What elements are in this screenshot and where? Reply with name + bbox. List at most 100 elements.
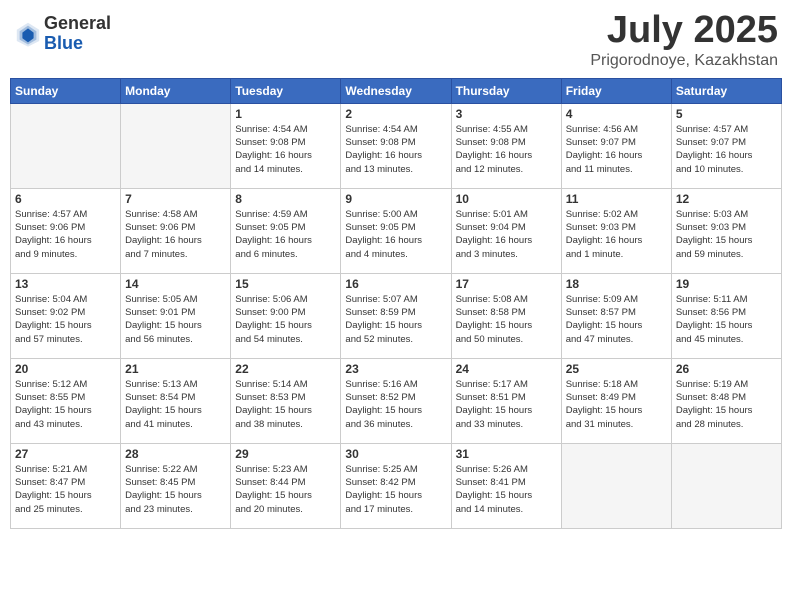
calendar-cell: 6 Sunrise: 4:57 AM Sunset: 9:06 PM Daylig…	[11, 188, 121, 273]
day-number: 10	[456, 192, 557, 206]
weekday-header-monday: Monday	[121, 78, 231, 103]
day-info: Sunrise: 5:07 AM Sunset: 8:59 PM Dayligh…	[345, 293, 446, 346]
day-info: Sunrise: 5:22 AM Sunset: 8:45 PM Dayligh…	[125, 463, 226, 516]
day-number: 24	[456, 362, 557, 376]
calendar-cell: 28 Sunrise: 5:22 AM Sunset: 8:45 PM Dayli…	[121, 443, 231, 528]
calendar-cell	[561, 443, 671, 528]
calendar-cell: 31 Sunrise: 5:26 AM Sunset: 8:41 PM Dayli…	[451, 443, 561, 528]
weekday-header-row: SundayMondayTuesdayWednesdayThursdayFrid…	[11, 78, 782, 103]
day-number: 18	[566, 277, 667, 291]
weekday-header-tuesday: Tuesday	[231, 78, 341, 103]
day-info: Sunrise: 4:56 AM Sunset: 9:07 PM Dayligh…	[566, 123, 667, 176]
calendar-cell: 9Sunrise: 5:00 AM Sunset: 9:05 PM Daylig…	[341, 188, 451, 273]
day-number: 27	[15, 447, 116, 461]
calendar-cell: 29Sunrise: 5:23 AM Sunset: 8:44 PM Dayli…	[231, 443, 341, 528]
weekday-header-thursday: Thursday	[451, 78, 561, 103]
calendar-cell: 22Sunrise: 5:14 AM Sunset: 8:53 PM Dayli…	[231, 358, 341, 443]
calendar-cell: 23 Sunrise: 5:16 AM Sunset: 8:52 PM Dayli…	[341, 358, 451, 443]
day-info: Sunrise: 5:04 AM Sunset: 9:02 PM Dayligh…	[15, 293, 116, 346]
day-info: Sunrise: 4:54 AM Sunset: 9:08 PM Dayligh…	[235, 123, 336, 176]
day-info: Sunrise: 5:18 AM Sunset: 8:49 PM Dayligh…	[566, 378, 667, 431]
week-row-3: 13 Sunrise: 5:04 AM Sunset: 9:02 PM Dayli…	[11, 273, 782, 358]
day-info: Sunrise: 4:57 AM Sunset: 9:07 PM Dayligh…	[676, 123, 777, 176]
weekday-header-wednesday: Wednesday	[341, 78, 451, 103]
calendar-cell: 24Sunrise: 5:17 AM Sunset: 8:51 PM Dayli…	[451, 358, 561, 443]
calendar-cell: 20 Sunrise: 5:12 AM Sunset: 8:55 PM Dayli…	[11, 358, 121, 443]
logo-text: General Blue	[44, 14, 111, 54]
day-number: 21	[125, 362, 226, 376]
day-number: 3	[456, 107, 557, 121]
day-info: Sunrise: 5:13 AM Sunset: 8:54 PM Dayligh…	[125, 378, 226, 431]
day-number: 20	[15, 362, 116, 376]
weekday-header-saturday: Saturday	[671, 78, 781, 103]
calendar-cell: 4 Sunrise: 4:56 AM Sunset: 9:07 PM Daylig…	[561, 103, 671, 188]
day-info: Sunrise: 4:59 AM Sunset: 9:05 PM Dayligh…	[235, 208, 336, 261]
day-number: 7	[125, 192, 226, 206]
calendar-cell: 2 Sunrise: 4:54 AM Sunset: 9:08 PM Daylig…	[341, 103, 451, 188]
calendar-cell: 21 Sunrise: 5:13 AM Sunset: 8:54 PM Dayli…	[121, 358, 231, 443]
day-number: 1	[235, 107, 336, 121]
calendar-cell: 26Sunrise: 5:19 AM Sunset: 8:48 PM Dayli…	[671, 358, 781, 443]
weekday-header-friday: Friday	[561, 78, 671, 103]
calendar-cell: 15Sunrise: 5:06 AM Sunset: 9:00 PM Dayli…	[231, 273, 341, 358]
month-year-title: July 2025	[590, 10, 778, 52]
logo-general-text: General	[44, 14, 111, 34]
calendar-cell	[671, 443, 781, 528]
day-info: Sunrise: 5:14 AM Sunset: 8:53 PM Dayligh…	[235, 378, 336, 431]
day-info: Sunrise: 4:55 AM Sunset: 9:08 PM Dayligh…	[456, 123, 557, 176]
day-info: Sunrise: 4:54 AM Sunset: 9:08 PM Dayligh…	[345, 123, 446, 176]
week-row-2: 6 Sunrise: 4:57 AM Sunset: 9:06 PM Daylig…	[11, 188, 782, 273]
day-number: 5	[676, 107, 777, 121]
calendar-cell: 3 Sunrise: 4:55 AM Sunset: 9:08 PM Daylig…	[451, 103, 561, 188]
calendar-cell: 16 Sunrise: 5:07 AM Sunset: 8:59 PM Dayli…	[341, 273, 451, 358]
day-number: 17	[456, 277, 557, 291]
day-info: Sunrise: 5:26 AM Sunset: 8:41 PM Dayligh…	[456, 463, 557, 516]
day-info: Sunrise: 5:05 AM Sunset: 9:01 PM Dayligh…	[125, 293, 226, 346]
day-info: Sunrise: 5:09 AM Sunset: 8:57 PM Dayligh…	[566, 293, 667, 346]
day-number: 28	[125, 447, 226, 461]
calendar-cell: 10Sunrise: 5:01 AM Sunset: 9:04 PM Dayli…	[451, 188, 561, 273]
day-number: 31	[456, 447, 557, 461]
calendar-cell: 5 Sunrise: 4:57 AM Sunset: 9:07 PM Daylig…	[671, 103, 781, 188]
week-row-5: 27Sunrise: 5:21 AM Sunset: 8:47 PM Dayli…	[11, 443, 782, 528]
location-subtitle: Prigorodnoye, Kazakhstan	[590, 52, 778, 70]
day-number: 9	[345, 192, 446, 206]
day-info: Sunrise: 5:23 AM Sunset: 8:44 PM Dayligh…	[235, 463, 336, 516]
day-info: Sunrise: 5:16 AM Sunset: 8:52 PM Dayligh…	[345, 378, 446, 431]
day-number: 23	[345, 362, 446, 376]
day-info: Sunrise: 5:02 AM Sunset: 9:03 PM Dayligh…	[566, 208, 667, 261]
day-number: 4	[566, 107, 667, 121]
day-number: 2	[345, 107, 446, 121]
calendar-cell: 14Sunrise: 5:05 AM Sunset: 9:01 PM Dayli…	[121, 273, 231, 358]
calendar-cell: 13 Sunrise: 5:04 AM Sunset: 9:02 PM Dayli…	[11, 273, 121, 358]
day-info: Sunrise: 5:25 AM Sunset: 8:42 PM Dayligh…	[345, 463, 446, 516]
day-number: 6	[15, 192, 116, 206]
day-info: Sunrise: 4:57 AM Sunset: 9:06 PM Dayligh…	[15, 208, 116, 261]
day-number: 13	[15, 277, 116, 291]
day-info: Sunrise: 5:03 AM Sunset: 9:03 PM Dayligh…	[676, 208, 777, 261]
logo: General Blue	[14, 14, 111, 54]
logo-icon	[14, 20, 42, 48]
day-number: 16	[345, 277, 446, 291]
calendar-cell: 25Sunrise: 5:18 AM Sunset: 8:49 PM Dayli…	[561, 358, 671, 443]
day-info: Sunrise: 5:11 AM Sunset: 8:56 PM Dayligh…	[676, 293, 777, 346]
title-block: July 2025 Prigorodnoye, Kazakhstan	[590, 10, 778, 70]
calendar-table: SundayMondayTuesdayWednesdayThursdayFrid…	[10, 78, 782, 529]
calendar-cell: 8Sunrise: 4:59 AM Sunset: 9:05 PM Daylig…	[231, 188, 341, 273]
calendar-cell: 17Sunrise: 5:08 AM Sunset: 8:58 PM Dayli…	[451, 273, 561, 358]
day-info: Sunrise: 5:12 AM Sunset: 8:55 PM Dayligh…	[15, 378, 116, 431]
day-info: Sunrise: 5:19 AM Sunset: 8:48 PM Dayligh…	[676, 378, 777, 431]
calendar-cell: 18 Sunrise: 5:09 AM Sunset: 8:57 PM Dayli…	[561, 273, 671, 358]
calendar-cell: 27Sunrise: 5:21 AM Sunset: 8:47 PM Dayli…	[11, 443, 121, 528]
day-number: 19	[676, 277, 777, 291]
weekday-header-sunday: Sunday	[11, 78, 121, 103]
day-number: 12	[676, 192, 777, 206]
day-number: 30	[345, 447, 446, 461]
week-row-4: 20 Sunrise: 5:12 AM Sunset: 8:55 PM Dayli…	[11, 358, 782, 443]
calendar-cell: 11 Sunrise: 5:02 AM Sunset: 9:03 PM Dayli…	[561, 188, 671, 273]
page-header: General Blue July 2025 Prigorodnoye, Kaz…	[10, 10, 782, 70]
day-info: Sunrise: 4:58 AM Sunset: 9:06 PM Dayligh…	[125, 208, 226, 261]
calendar-cell	[11, 103, 121, 188]
day-number: 15	[235, 277, 336, 291]
day-number: 11	[566, 192, 667, 206]
